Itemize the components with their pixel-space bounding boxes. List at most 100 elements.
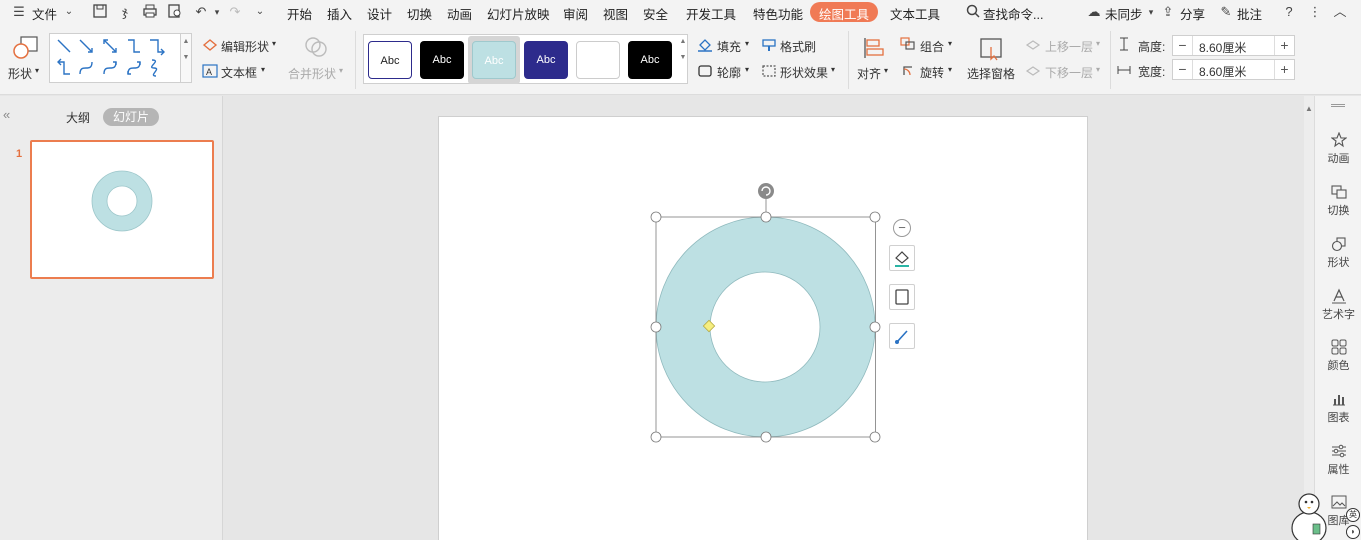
rotate-dropdown-icon[interactable]: ▾ [948, 65, 952, 74]
share-button[interactable]: 分享 [1180, 4, 1205, 23]
edit-shape-button[interactable]: 编辑形状 [221, 38, 269, 55]
float-format-painter-button[interactable] [889, 323, 915, 349]
float-outline-button[interactable] [889, 284, 915, 310]
sidebar-item-animation[interactable]: 动画 [1315, 132, 1361, 166]
fill-button[interactable]: 填充 [717, 38, 741, 55]
shape-effect-button[interactable]: 形状效果 [780, 64, 828, 81]
height-icon [1117, 37, 1131, 54]
chevron-down-icon[interactable]: ⌄ [60, 3, 78, 21]
outline-tab[interactable]: 大纲 [66, 109, 90, 126]
tab-security[interactable]: 安全 [643, 4, 668, 23]
shape-button[interactable]: 形状 [8, 65, 32, 82]
tab-review[interactable]: 审阅 [563, 4, 588, 23]
tab-transition[interactable]: 切换 [407, 4, 432, 23]
search-command[interactable]: 查找命令... [983, 4, 1043, 23]
tab-insert[interactable]: 插入 [327, 4, 352, 23]
tab-slideshow[interactable]: 幻灯片放映 [487, 4, 550, 23]
sidebar-label: 属性 [1327, 464, 1350, 476]
format-painter-button[interactable]: 格式刷 [780, 38, 816, 55]
selection-pane-button[interactable]: 选择窗格 [967, 65, 1015, 82]
shape-effect-dropdown-icon[interactable]: ▾ [831, 65, 835, 74]
float-fill-button[interactable] [889, 245, 915, 271]
tab-design[interactable]: 设计 [367, 4, 392, 23]
scroll-up-icon[interactable]: ▲ [1305, 104, 1313, 113]
customize-toolbar-icon[interactable]: ⌄ [251, 3, 269, 21]
send-backward-icon [1025, 64, 1041, 81]
width-input[interactable]: − 8.60厘米 + [1172, 59, 1295, 80]
slides-tab[interactable]: 幻灯片 [103, 108, 159, 126]
tab-developer[interactable]: 开发工具 [686, 4, 736, 23]
vertical-scrollbar[interactable]: ▲ [1304, 96, 1314, 540]
style-black[interactable]: Abc [420, 41, 464, 79]
merge-shape-icon [304, 35, 328, 62]
undo-dropdown-icon[interactable]: ▾ [208, 3, 226, 21]
tab-features[interactable]: 特色功能 [753, 4, 803, 23]
line-shapes-gallery[interactable] [49, 33, 184, 83]
text-box-dropdown-icon[interactable]: ▾ [261, 65, 265, 74]
collapse-float-toolbar-icon[interactable]: − [893, 219, 911, 237]
tab-text-tools[interactable]: 文本工具 [890, 4, 940, 23]
sidebar-drag-handle[interactable] [1331, 104, 1345, 107]
assistant-mascot[interactable] [1287, 490, 1329, 540]
save-icon[interactable] [91, 3, 109, 21]
tab-view[interactable]: 视图 [603, 4, 628, 23]
sidebar-item-color[interactable]: 颜色 [1315, 339, 1361, 373]
help-icon[interactable]: ? [1280, 3, 1298, 21]
print-icon[interactable] [141, 3, 159, 21]
gallery-scroll[interactable]: ▲ ▼ [180, 33, 192, 83]
edit-shape-dropdown-icon[interactable]: ▾ [272, 39, 276, 48]
sidebar-item-chart[interactable]: 图表 [1315, 391, 1361, 425]
collapse-panel-icon[interactable]: « [3, 107, 10, 122]
sidebar-item-transition[interactable]: 切换 [1315, 184, 1361, 218]
input-half-width-icon[interactable]: ◗ [1346, 525, 1360, 539]
color-icon [1331, 339, 1346, 355]
height-value[interactable]: 8.60厘米 [1199, 39, 1246, 56]
rotate-button[interactable]: 旋转 [920, 64, 944, 81]
shapes-icon[interactable] [12, 35, 40, 61]
fill-dropdown-icon[interactable]: ▾ [745, 39, 749, 48]
slide-thumbnail[interactable] [30, 140, 214, 279]
format-brush-icon[interactable]: ჯ [116, 3, 134, 21]
sidebar-item-wordart[interactable]: 艺术字 [1315, 288, 1361, 322]
group-button[interactable]: 组合 [920, 38, 944, 55]
sidebar-item-shape[interactable]: 形状 [1315, 236, 1361, 270]
text-box-button[interactable]: 文本框 [221, 64, 257, 81]
align-button[interactable]: 对齐 [857, 65, 881, 82]
share-icon[interactable]: ⇪ [1159, 3, 1177, 21]
comment-icon[interactable]: ✎ [1217, 3, 1235, 21]
height-decrease-button[interactable]: − [1173, 36, 1193, 55]
file-menu[interactable]: 文件 [32, 4, 57, 23]
outline-button[interactable]: 轮廓 [717, 64, 741, 81]
width-increase-button[interactable]: + [1274, 60, 1294, 79]
sync-status[interactable]: 未同步 [1105, 4, 1143, 23]
width-value[interactable]: 8.60厘米 [1199, 63, 1246, 80]
tab-animation[interactable]: 动画 [447, 4, 472, 23]
cloud-sync-icon[interactable]: ☁ [1085, 3, 1103, 21]
comment-button[interactable]: 批注 [1237, 4, 1262, 23]
shape-dropdown-icon[interactable]: ▾ [35, 66, 39, 75]
outline-dropdown-icon[interactable]: ▾ [745, 65, 749, 74]
align-dropdown-icon[interactable]: ▾ [884, 66, 888, 75]
width-decrease-button[interactable]: − [1173, 60, 1193, 79]
slide[interactable] [438, 116, 1088, 540]
height-input[interactable]: − 8.60厘米 + [1172, 35, 1295, 56]
input-method-icon[interactable]: 英 [1346, 508, 1360, 522]
group-dropdown-icon[interactable]: ▾ [948, 39, 952, 48]
style-navy[interactable]: Abc [524, 41, 568, 79]
style-gallery-scroll[interactable]: ▲ ▼ [677, 34, 689, 84]
sidebar-item-properties[interactable]: 属性 [1315, 443, 1361, 477]
style-white[interactable] [576, 41, 620, 79]
tab-drawing-tools[interactable]: 绘图工具 [810, 2, 879, 22]
style-black-2[interactable]: Abc [628, 41, 672, 79]
tab-home[interactable]: 开始 [287, 4, 312, 23]
search-icon[interactable] [964, 3, 982, 21]
style-light-teal[interactable]: Abc [472, 41, 516, 79]
height-increase-button[interactable]: + [1274, 36, 1294, 55]
style-outline-navy[interactable]: Abc [368, 41, 412, 79]
collapse-ribbon-icon[interactable]: ︿ [1331, 3, 1349, 21]
print-preview-icon[interactable] [166, 3, 184, 21]
sync-dropdown-icon[interactable]: ▾ [1142, 3, 1160, 21]
ribbon-divider [1110, 31, 1111, 89]
hamburger-menu-icon[interactable]: ☰ [10, 3, 28, 21]
more-icon[interactable]: ⋮ [1306, 3, 1324, 21]
